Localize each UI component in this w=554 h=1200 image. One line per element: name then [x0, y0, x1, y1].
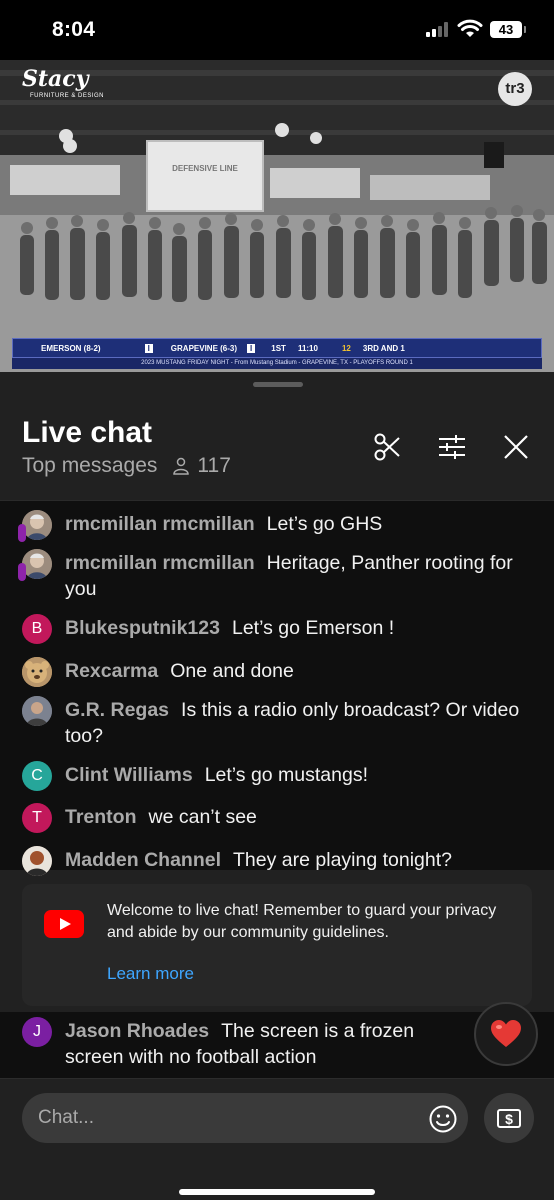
home-team: EMERSON (8-2)	[41, 343, 101, 353]
play-clock: 12	[341, 343, 351, 353]
message-text: One and done	[170, 660, 294, 682]
chat-title: Live chat	[22, 416, 153, 449]
message-author[interactable]: Clint Williams	[65, 764, 193, 786]
avatar: T	[22, 803, 52, 833]
chat-messages[interactable]: rmcmillan rmcmillan Let’s go GHS rmcmilla…	[0, 500, 554, 876]
message-author[interactable]: Blukesputnik123	[65, 617, 220, 639]
dollar-icon: $	[497, 1109, 521, 1128]
home-score: I	[144, 343, 153, 353]
message-author[interactable]: rmcmillan rmcmillan	[65, 552, 255, 574]
svg-text:$: $	[505, 1111, 513, 1127]
super-chat-button[interactable]: $	[484, 1093, 534, 1143]
scorebug-strip: 2023 MUSTANG FRIDAY NIGHT - From Mustang…	[12, 358, 542, 369]
status-time: 8:04	[52, 18, 96, 41]
message-text: Let’s go mustangs!	[204, 764, 369, 786]
chat-message[interactable]: Madden Channel They are playing tonight?	[22, 846, 522, 876]
chat-messages-bottom[interactable]: J Jason Rhoades The screen is a frozen sc…	[0, 1012, 554, 1078]
learn-more-link[interactable]: Learn more	[107, 964, 194, 984]
message-text: Let’s go Emerson !	[231, 617, 395, 639]
avatar: B	[22, 614, 52, 644]
chat-mode-selector[interactable]: Top messages 117	[22, 454, 231, 478]
chat-message[interactable]: rmcmillan rmcmillan Heritage, Panther roo…	[18, 549, 522, 602]
down-distance: 3RD AND 1	[362, 343, 405, 353]
avatar	[22, 549, 52, 579]
message-author[interactable]: G.R. Regas	[65, 699, 169, 721]
stacy-tagline: FURNITURE & DESIGN	[30, 93, 105, 99]
gym-banner: DEFENSIVE LINE	[146, 140, 264, 212]
message-author[interactable]: Jason Rhoades	[65, 1020, 209, 1042]
chat-message[interactable]: Rexcarma One and done	[22, 657, 522, 687]
chat-mode-label: Top messages	[22, 454, 158, 477]
quarter: 1ST	[271, 343, 286, 353]
avatar: C	[22, 761, 52, 791]
live-chat-panel: Live chat Top messages 117 rmcmillan rmc…	[0, 372, 554, 1200]
scissors-icon	[374, 433, 400, 461]
welcome-text: Welcome to live chat! Remember to guard …	[107, 902, 497, 941]
message-author[interactable]: Rexcarma	[65, 660, 158, 682]
chat-input[interactable]	[22, 1093, 468, 1143]
status-bar: 8:04 43	[0, 0, 554, 60]
scorebug: EMERSON (8-2) I GRAPEVINE (6-3) I 1ST 11…	[12, 338, 542, 358]
reaction-button[interactable]	[474, 1002, 538, 1066]
youtube-icon	[44, 910, 84, 938]
chat-message[interactable]: J Jason Rhoades The screen is a frozen sc…	[22, 1017, 462, 1070]
wifi-icon	[457, 18, 483, 38]
filter-button[interactable]	[435, 430, 469, 464]
viewer-count: 117	[197, 454, 231, 477]
message-author[interactable]: rmcmillan rmcmillan	[65, 513, 255, 535]
avatar: J	[22, 1017, 52, 1047]
chat-message[interactable]: C Clint Williams Let’s go mustangs!	[22, 761, 522, 791]
sliders-icon	[439, 435, 465, 459]
avatar	[22, 510, 52, 540]
emoji-icon	[429, 1105, 457, 1133]
stacy-logo: Stacy	[22, 66, 89, 92]
message-author[interactable]: Madden Channel	[65, 849, 221, 871]
message-text: They are playing tonight?	[233, 849, 452, 871]
away-score: I	[247, 343, 256, 353]
home-indicator	[179, 1189, 375, 1195]
person-icon	[171, 456, 191, 476]
battery-indicator: 43	[490, 21, 526, 38]
avatar	[22, 846, 52, 876]
clip-button[interactable]	[371, 430, 405, 464]
avatar	[22, 657, 52, 687]
heart-icon	[491, 1020, 521, 1047]
message-author[interactable]: Trenton	[65, 806, 137, 828]
welcome-card: Welcome to live chat! Remember to guard …	[22, 884, 532, 1006]
drag-handle[interactable]	[253, 382, 303, 387]
chat-message[interactable]: B Blukesputnik123 Let’s go Emerson !	[22, 614, 522, 644]
emoji-button[interactable]	[428, 1104, 458, 1134]
tr3-logo: tr3	[498, 72, 532, 106]
game-clock: 11:10	[297, 343, 318, 353]
close-button[interactable]	[499, 430, 533, 464]
chat-message[interactable]: rmcmillan rmcmillan Let’s go GHS	[18, 510, 522, 542]
chat-message[interactable]: T Trenton we can’t see	[22, 803, 522, 833]
chat-message[interactable]: G.R. Regas Is this a radio only broadcast…	[22, 696, 522, 749]
member-badge	[18, 524, 26, 542]
message-text: Let’s go GHS	[266, 513, 383, 535]
message-text: we can’t see	[148, 806, 257, 828]
cellular-signal-icon	[426, 22, 452, 37]
chat-input-bar: $	[0, 1078, 554, 1200]
video-player[interactable]: DEFENSIVE LINE Stacy FURNITURE & DESIGN …	[0, 60, 554, 372]
away-team: GRAPEVINE (6-3)	[170, 343, 238, 353]
avatar	[22, 696, 52, 726]
close-icon	[504, 435, 528, 459]
member-badge	[18, 563, 26, 581]
video-frame	[0, 60, 554, 372]
